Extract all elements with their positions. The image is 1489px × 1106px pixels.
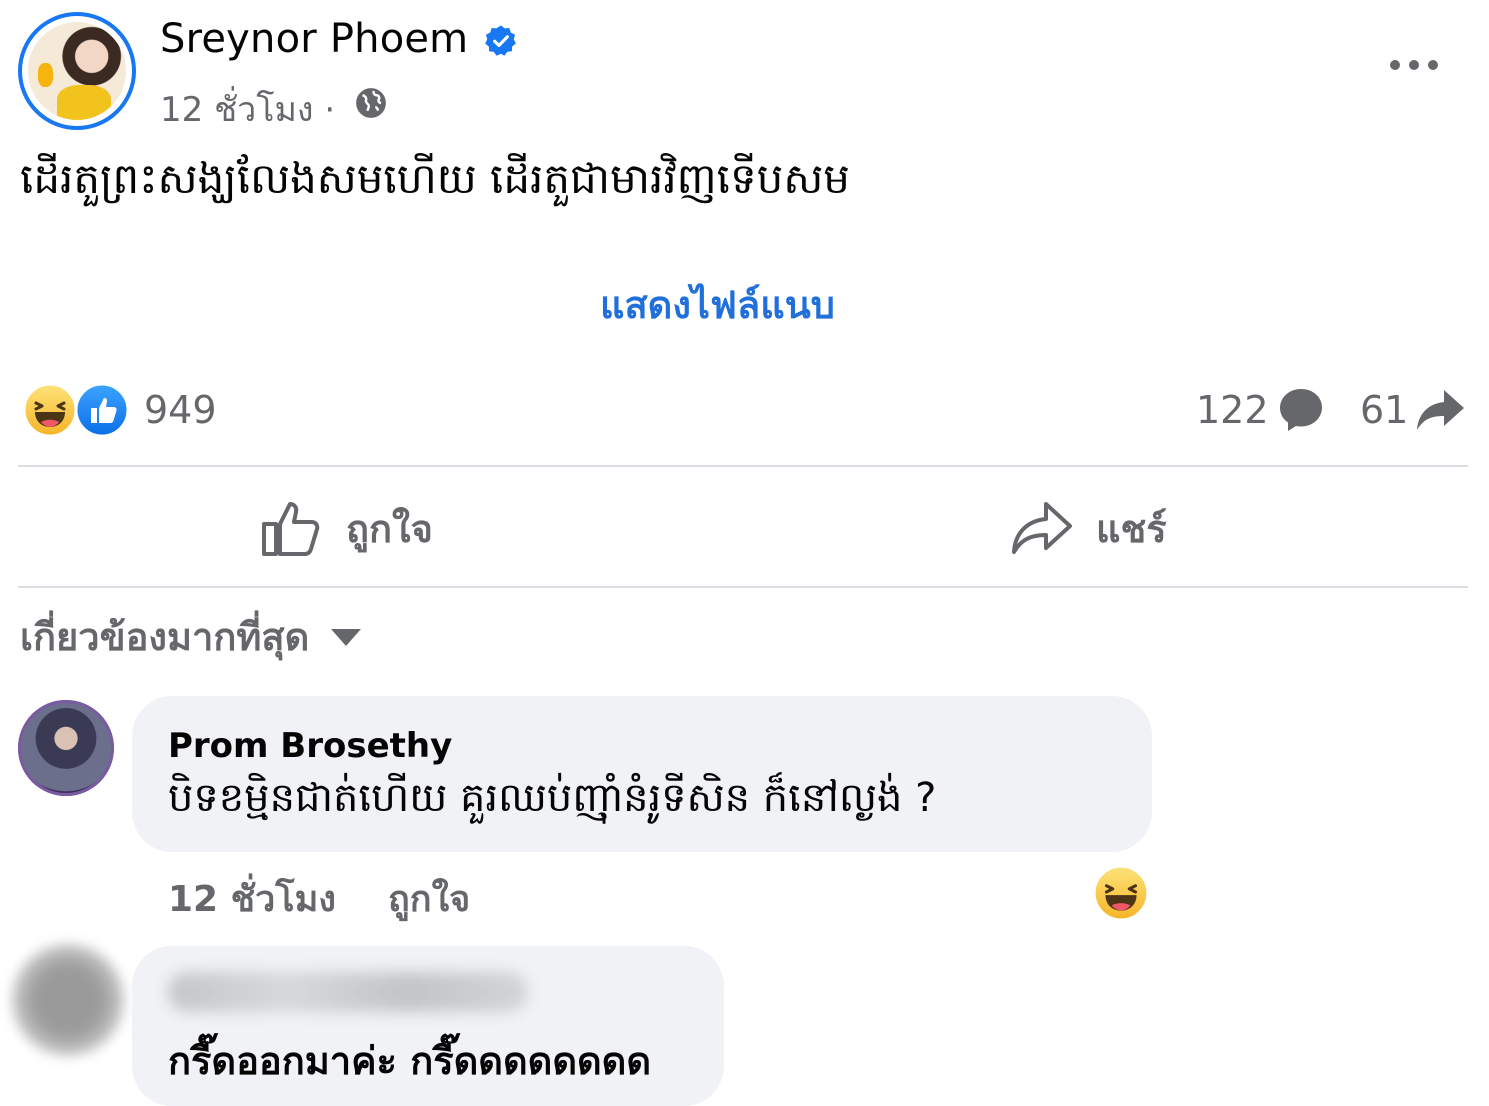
caret-down-icon bbox=[331, 628, 362, 646]
blurred-commenter-name bbox=[168, 972, 528, 1012]
more-options-icon[interactable] bbox=[1386, 50, 1442, 80]
verified-badge-icon bbox=[485, 25, 516, 56]
share-outline-icon bbox=[1012, 502, 1072, 554]
share-button-label: แชร์ bbox=[1096, 506, 1167, 551]
post-timestamp[interactable]: 12 ชั่วโมง · bbox=[160, 82, 335, 136]
author-avatar[interactable] bbox=[18, 12, 136, 130]
divider bbox=[18, 586, 1468, 588]
comment-timestamp[interactable]: 12 ชั่วโมง bbox=[168, 870, 336, 927]
comment-text: បិទខម្មិនជាត់ហើយ គួរឈប់ញ៉ាំនំរូទីសិន ក៏ន… bbox=[168, 775, 937, 821]
comment-sort-dropdown[interactable]: เกี่ยวข้องมากที่สุด bbox=[20, 606, 363, 667]
see-attachment-link[interactable]: แสดงไฟล์แนบ bbox=[600, 274, 835, 335]
globe-icon bbox=[356, 88, 386, 118]
share-button[interactable]: แชร์ bbox=[1010, 490, 1270, 566]
comment-like-link[interactable]: ถูกใจ bbox=[388, 870, 470, 927]
share-count[interactable]: 61 bbox=[1360, 388, 1408, 432]
comment-text: กรี๊ดออกมาค่ะ กรี๊ดดดดดดดด bbox=[168, 1039, 652, 1083]
post-text: ដើរតួព្រះសង្ឃលែងសមហើយ ដើរតួជាមារវិញទើបសម bbox=[20, 154, 850, 203]
blurred-commenter-avatar[interactable] bbox=[12, 944, 124, 1056]
share-arrow-icon[interactable] bbox=[1414, 386, 1468, 434]
author-name[interactable]: Sreynor Phoem bbox=[160, 16, 468, 62]
divider bbox=[18, 465, 1468, 467]
comment-count[interactable]: 122 bbox=[1196, 388, 1269, 432]
like-button[interactable]: ถูกใจ bbox=[260, 490, 520, 566]
commenter-name[interactable]: Prom Brosethy bbox=[168, 726, 452, 766]
comment-bubble-icon[interactable] bbox=[1276, 386, 1326, 434]
sort-label: เกี่ยวข้องมากที่สุด bbox=[20, 615, 310, 659]
haha-reaction-icon bbox=[22, 382, 78, 438]
haha-reaction-icon[interactable] bbox=[1092, 864, 1150, 922]
commenter-avatar[interactable] bbox=[18, 700, 114, 796]
like-button-label: ถูกใจ bbox=[346, 506, 433, 551]
reaction-count[interactable]: 949 bbox=[144, 388, 217, 432]
thumbs-up-icon bbox=[262, 502, 320, 556]
like-reaction-icon bbox=[74, 382, 130, 438]
